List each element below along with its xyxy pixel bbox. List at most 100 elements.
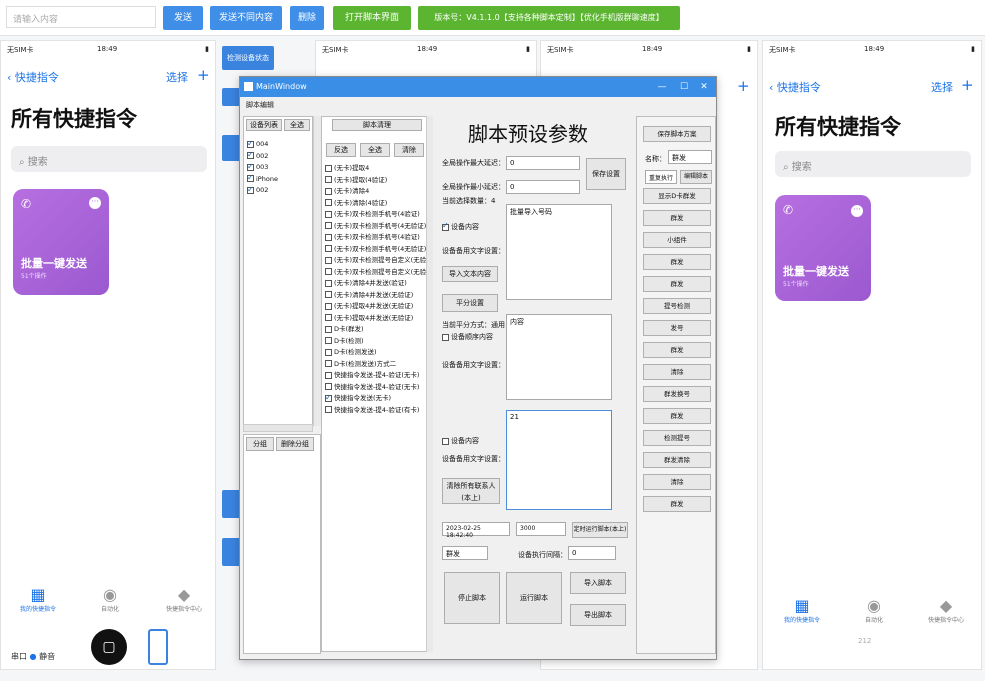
device-content-checkbox-2[interactable]: 设备内容 bbox=[442, 436, 479, 446]
stop-script-button[interactable]: 停止脚本 bbox=[444, 572, 500, 624]
invert-select-button[interactable]: 反选 bbox=[326, 143, 356, 157]
group-button[interactable]: 分组 bbox=[246, 437, 274, 451]
plan-item-button[interactable]: 群发 bbox=[643, 408, 711, 424]
home-button[interactable]: ▢ bbox=[91, 629, 127, 665]
send-different-button[interactable]: 发送不同内容 bbox=[210, 6, 282, 30]
device-item[interactable]: 002 bbox=[247, 151, 278, 163]
more-icon[interactable]: ··· bbox=[851, 205, 863, 217]
device-hscroll[interactable] bbox=[243, 424, 313, 432]
timed-run-button[interactable]: 定时运行脚本(本上) bbox=[572, 522, 628, 538]
plan-item-button[interactable]: 检测提号 bbox=[643, 430, 711, 446]
back-link[interactable]: ‹ 快捷指令 bbox=[769, 79, 821, 95]
script-item[interactable]: (无卡)双卡检测手机号(4验证) bbox=[325, 209, 429, 221]
plan-item-button[interactable]: 发号 bbox=[643, 320, 711, 336]
select-all-scripts-button[interactable]: 全选 bbox=[360, 143, 390, 157]
script-item[interactable]: (无卡)双卡检测提号自定义(无验证) bbox=[325, 255, 429, 267]
script-item[interactable]: 快捷指令发送(无卡) bbox=[325, 393, 429, 405]
device-item[interactable]: 004 bbox=[247, 139, 278, 151]
plan-item-button[interactable]: 群发 bbox=[643, 342, 711, 358]
tab-gallery[interactable]: ◆ 快捷指令中心 bbox=[921, 596, 971, 624]
mute-switch[interactable]: 串口 ● 静音 bbox=[11, 651, 55, 662]
script-item[interactable]: D卡(检测) bbox=[325, 336, 429, 348]
select-link[interactable]: 选择 bbox=[166, 69, 188, 85]
content-input[interactable]: 请输入内容 bbox=[6, 6, 156, 28]
plan-item-button[interactable]: 群发清除 bbox=[643, 452, 711, 468]
script-item[interactable]: D卡(检测发送)方式二 bbox=[325, 359, 429, 371]
search-input[interactable]: ⌕ 搜索 bbox=[775, 151, 971, 177]
script-item[interactable]: 快捷指令发送-提4-验证(有卡) bbox=[325, 405, 429, 417]
device-item[interactable]: 002 bbox=[247, 185, 278, 197]
tab-automation[interactable]: ◉ 自动化 bbox=[85, 585, 135, 613]
add-shortcut-button[interactable]: + bbox=[197, 66, 210, 84]
max-interval-input[interactable]: 0 bbox=[506, 156, 580, 170]
more-icon[interactable]: ··· bbox=[89, 197, 101, 209]
extra-textarea[interactable]: 21 bbox=[506, 410, 612, 510]
tab-my-shortcuts[interactable]: ▦ 我的快捷指令 bbox=[13, 585, 63, 613]
content-textarea[interactable]: 内容 bbox=[506, 314, 612, 400]
script-item[interactable]: (无卡)双卡检测提号自定义(无验证) bbox=[325, 267, 429, 279]
export-script-button[interactable]: 导出脚本 bbox=[570, 604, 626, 626]
min-interval-input[interactable]: 0 bbox=[506, 180, 580, 194]
exec-interval-input[interactable]: 0 bbox=[568, 546, 616, 560]
script-item[interactable]: 快捷指令发送-提4-验证(无卡) bbox=[325, 382, 429, 394]
import-script-button[interactable]: 导入脚本 bbox=[570, 572, 626, 594]
script-item[interactable]: (无卡)双卡检测手机号(4验证) bbox=[325, 232, 429, 244]
open-script-button[interactable]: 打开脚本界面 bbox=[333, 6, 411, 30]
tab-gallery[interactable]: ◆ 快捷指令中心 bbox=[159, 585, 209, 613]
repeat-select[interactable]: 重复执行 bbox=[645, 170, 677, 184]
tab-automation[interactable]: ◉ 自动化 bbox=[849, 596, 899, 624]
plan-item-button[interactable]: 群发 bbox=[643, 210, 711, 226]
save-settings-button[interactable]: 保存设置 bbox=[586, 158, 626, 190]
script-item[interactable]: (无卡)提取4 bbox=[325, 163, 429, 175]
add-shortcut-button[interactable]: + bbox=[961, 76, 974, 94]
device-item[interactable]: iPhone bbox=[247, 174, 278, 186]
device-list-header[interactable]: 设备列表 bbox=[246, 119, 282, 131]
script-item[interactable]: D卡(检测发送) bbox=[325, 347, 429, 359]
script-item[interactable]: (无卡)清除4并发送(验证) bbox=[325, 278, 429, 290]
menu-script-edit[interactable]: 脚本编辑 bbox=[246, 100, 274, 110]
back-link[interactable]: ‹ 快捷指令 bbox=[7, 69, 59, 85]
run-script-button[interactable]: 运行脚本 bbox=[506, 572, 562, 624]
plan-item-button[interactable]: 清除 bbox=[643, 474, 711, 490]
script-item[interactable]: (无卡)提取4并发送(无验证) bbox=[325, 301, 429, 313]
plan-item-button[interactable]: 小组件 bbox=[643, 232, 711, 248]
search-input[interactable]: ⌕ 搜索 bbox=[11, 146, 207, 172]
close-icon[interactable]: ✕ bbox=[694, 77, 714, 97]
device-content-checkbox[interactable]: 设备内容 bbox=[442, 221, 479, 232]
rotate-icon[interactable] bbox=[148, 629, 168, 665]
group-select[interactable]: 群发 bbox=[442, 546, 488, 560]
minimize-icon[interactable]: — bbox=[652, 77, 672, 97]
datetime-picker[interactable]: 2023-02-25 18:42:40 bbox=[442, 522, 510, 539]
device-item[interactable]: 003 bbox=[247, 162, 278, 174]
plan-item-button[interactable]: 群发 bbox=[643, 496, 711, 512]
interval-dropdown[interactable]: 3000 bbox=[516, 522, 566, 536]
script-item[interactable]: 快捷指令发送-提4-验证(无卡) bbox=[325, 370, 429, 382]
maximize-icon[interactable]: ☐ bbox=[674, 77, 694, 97]
script-item[interactable]: D卡(群发) bbox=[325, 324, 429, 336]
plan-name-input[interactable]: 群发 bbox=[668, 150, 712, 164]
select-all-devices-button[interactable]: 全选 bbox=[284, 119, 310, 131]
add-shortcut-button[interactable]: + bbox=[737, 77, 750, 95]
phone-numbers-textarea[interactable]: 批量导入号码 bbox=[506, 204, 612, 300]
script-item[interactable]: (无卡)双卡检测手机号(4无验证) bbox=[325, 221, 429, 233]
select-link[interactable]: 选择 bbox=[931, 79, 953, 95]
plan-item-button[interactable]: 群发 bbox=[643, 276, 711, 292]
script-item[interactable]: (无卡)双卡检测手机号(4无验证) bbox=[325, 244, 429, 256]
script-item[interactable]: (无卡)清除4 bbox=[325, 186, 429, 198]
clear-scripts-button[interactable]: 清除 bbox=[394, 143, 424, 157]
save-plan-button[interactable]: 保存脚本方案 bbox=[643, 126, 711, 142]
script-item[interactable]: (无卡)提取4并发送(无验证) bbox=[325, 313, 429, 325]
avg-settings-button[interactable]: 平分设置 bbox=[442, 294, 498, 312]
script-vscroll[interactable] bbox=[426, 116, 433, 652]
plan-item-button[interactable]: 显示D卡群发 bbox=[643, 188, 711, 204]
device-sequence-checkbox[interactable]: 设备顺序内容 bbox=[442, 332, 493, 342]
shortcut-card[interactable]: ✆ ··· 批量一键发送 51个操作 bbox=[775, 195, 871, 301]
plan-item-button[interactable]: 提号检测 bbox=[643, 298, 711, 314]
send-button[interactable]: 发送 bbox=[163, 6, 203, 30]
script-item[interactable]: (无卡)清除(4验证) bbox=[325, 198, 429, 210]
import-text-button[interactable]: 导入文本内容 bbox=[442, 266, 498, 282]
check-device-status-button[interactable]: 检测设备状态 bbox=[222, 46, 274, 70]
delete-group-button[interactable]: 删除分组 bbox=[276, 437, 314, 451]
plan-item-button[interactable]: 群发换号 bbox=[643, 386, 711, 402]
plan-item-button[interactable]: 清除 bbox=[643, 364, 711, 380]
